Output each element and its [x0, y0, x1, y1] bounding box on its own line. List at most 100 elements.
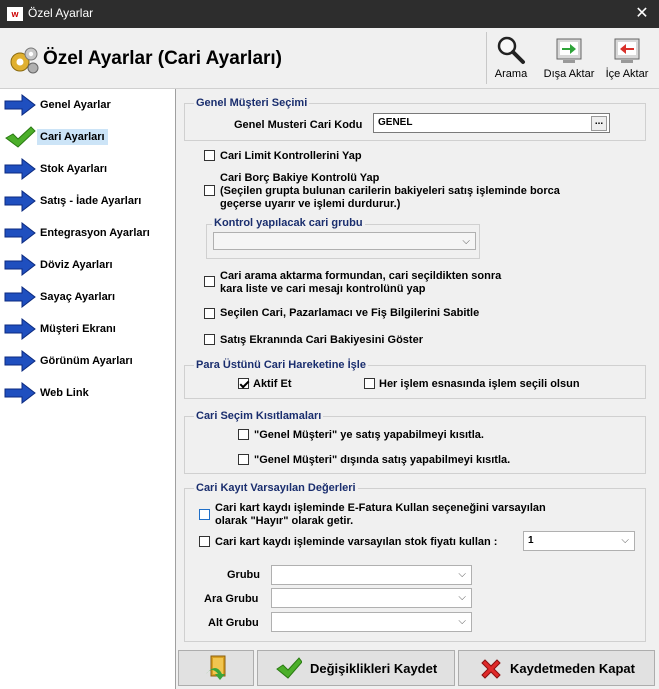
default-price-checkbox[interactable]	[199, 536, 210, 547]
close-without-saving-label: Kaydetmeden Kapat	[510, 661, 635, 676]
group-title: Cari Seçim Kısıtlamaları	[194, 410, 324, 422]
group-label: Grubu	[227, 569, 260, 581]
sidebar-item-cari[interactable]: Cari Ayarları	[0, 121, 175, 153]
arrow-right-icon	[4, 382, 36, 404]
arrow-right-icon	[4, 190, 36, 212]
efatura-label-1: Cari kart kaydı işleminde E-Fatura Kulla…	[215, 502, 546, 514]
sidebar-item-stock[interactable]: Stok Ayarları	[0, 153, 175, 185]
sidebar-item-general[interactable]: Genel Ayarlar	[0, 89, 175, 121]
group-title: Para Üstünü Cari Hareketine İşle	[194, 359, 368, 371]
sidebar-item-currency[interactable]: Döviz Ayarları	[0, 249, 175, 281]
sidebar: Genel Ayarlar Cari Ayarları Stok Ayarlar…	[0, 89, 176, 689]
sub-group-label: Ara Grubu	[204, 593, 259, 605]
sidebar-item-label: Cari Ayarları	[37, 129, 108, 145]
magnifier-icon	[497, 36, 525, 64]
efatura-label-2: olarak "Hayır" olarak getir.	[215, 515, 354, 527]
sidebar-item-counter[interactable]: Sayaç Ayarları	[0, 281, 175, 313]
default-price-select[interactable]: 1 ⌵	[523, 531, 635, 551]
sidebar-item-label: Entegrasyon Ayarları	[40, 227, 150, 239]
limit-control-checkbox[interactable]	[204, 150, 215, 161]
restrict-sale-checkbox[interactable]	[238, 429, 249, 440]
header: Özel Ayarlar (Cari Ayarları) Arama Dışa …	[0, 28, 659, 89]
default-price-value: 1	[528, 535, 534, 546]
export-button[interactable]: Dışa Aktar	[540, 28, 598, 84]
title-bar: w Özel Ayarlar ✕	[0, 0, 659, 28]
sidebar-item-web-link[interactable]: Web Link	[0, 377, 175, 409]
close-without-saving-button[interactable]: Kaydetmeden Kapat	[458, 650, 655, 686]
default-price-label: Cari kart kaydı işleminde varsayılan sto…	[215, 536, 498, 548]
import-button-label: İçe Aktar	[605, 68, 649, 80]
settings-panel: Genel Müşteri Seçimi Genel Musteri Cari …	[177, 89, 659, 689]
export-icon	[556, 38, 582, 63]
sidebar-item-sales-return[interactable]: Satış - İade Ayarları	[0, 185, 175, 217]
arrow-right-icon	[4, 94, 36, 116]
debt-control-label-3: geçerse uyarır ve işlemi durdurur.)	[220, 198, 401, 210]
debt-control-label-1: Cari Borç Bakiye Kontrolü Yap	[220, 172, 380, 184]
restrict-outside-label: "Genel Müşteri" dışında satış yapabilmey…	[254, 454, 511, 466]
sidebar-item-label: Görünüm Ayarları	[40, 355, 133, 367]
settings-gears-icon	[10, 47, 39, 74]
arrow-right-icon	[4, 318, 36, 340]
app-icon: w	[7, 7, 23, 21]
arrow-right-icon	[4, 286, 36, 308]
bottom-group-select[interactable]: ⌵	[271, 612, 472, 632]
save-button[interactable]: Değişiklikleri Kaydet	[257, 650, 455, 686]
sidebar-item-integration[interactable]: Entegrasyon Ayarları	[0, 217, 175, 249]
checkmark-icon	[5, 126, 36, 148]
arrow-right-icon	[4, 222, 36, 244]
show-balance-checkbox[interactable]	[204, 334, 215, 345]
every-transaction-checkbox[interactable]	[364, 378, 375, 389]
sidebar-item-label: Web Link	[40, 387, 89, 399]
general-customer-code-label: Genel Musteri Cari Kodu	[234, 119, 363, 131]
search-button-label: Arama	[494, 68, 528, 80]
arrow-right-icon	[4, 158, 36, 180]
exit-door-icon	[206, 655, 226, 680]
efatura-checkbox[interactable]	[199, 509, 210, 520]
debt-control-checkbox[interactable]	[204, 185, 215, 196]
red-x-icon	[481, 659, 501, 679]
search-transfer-label-2: kara liste ve cari mesajı kontrolünü yap	[220, 283, 426, 295]
chevron-down-icon: ⌵	[458, 592, 466, 603]
search-button[interactable]: Arama	[489, 28, 533, 84]
save-button-label: Değişiklikleri Kaydet	[310, 661, 438, 676]
page-title: Özel Ayarlar (Cari Ayarları)	[43, 48, 283, 69]
active-label: Aktif Et	[253, 378, 292, 390]
window-title: Özel Ayarlar	[28, 6, 94, 20]
browse-button[interactable]: ...	[591, 116, 607, 131]
search-transfer-label-1: Cari arama aktarma formundan, cari seçil…	[220, 270, 502, 282]
exit-button[interactable]	[178, 650, 254, 686]
sidebar-item-label: Satış - İade Ayarları	[40, 195, 142, 207]
checkmark-icon	[276, 657, 302, 679]
active-checkbox[interactable]	[238, 378, 249, 389]
group-title: Genel Müşteri Seçimi	[194, 97, 310, 109]
debt-control-label-2: (Seçilen grupta bulunan carilerin bakiye…	[220, 185, 560, 197]
search-transfer-checkbox[interactable]	[204, 276, 215, 287]
group-select[interactable]: ⌵	[271, 565, 472, 585]
close-button[interactable]: ✕	[631, 3, 653, 25]
arrow-right-icon	[4, 350, 36, 372]
every-transaction-label: Her işlem esnasında işlem seçili olsun	[379, 378, 580, 390]
chevron-down-icon: ⌵	[458, 616, 466, 627]
sidebar-item-label: Genel Ayarlar	[40, 99, 111, 111]
sidebar-item-label: Döviz Ayarları	[40, 259, 113, 271]
control-group-select[interactable]: ⌵	[213, 232, 476, 250]
import-button[interactable]: İçe Aktar	[601, 28, 653, 84]
fix-selected-label: Seçilen Cari, Pazarlamacı ve Fiş Bilgile…	[220, 307, 480, 319]
chevron-down-icon: ⌵	[621, 535, 629, 546]
general-customer-code-input[interactable]: GENEL ...	[373, 113, 610, 133]
fix-selected-checkbox[interactable]	[204, 308, 215, 319]
show-balance-label: Satış Ekranında Cari Bakiyesini Göster	[220, 334, 423, 346]
sub-group-select[interactable]: ⌵	[271, 588, 472, 608]
import-icon	[614, 38, 640, 63]
chevron-down-icon: ⌵	[458, 569, 466, 580]
sidebar-item-label: Stok Ayarları	[40, 163, 108, 175]
chevron-down-icon: ⌵	[462, 236, 470, 247]
restrict-outside-checkbox[interactable]	[238, 454, 249, 465]
general-customer-code-value: GENEL	[378, 117, 413, 128]
export-button-label: Dışa Aktar	[543, 68, 595, 80]
sidebar-item-label: Müşteri Ekranı	[40, 323, 116, 335]
bottom-group-label: Alt Grubu	[208, 617, 259, 629]
restrict-sale-label: "Genel Müşteri" ye satış yapabilmeyi kıs…	[254, 429, 484, 441]
sidebar-item-customer-screen[interactable]: Müşteri Ekranı	[0, 313, 175, 345]
sidebar-item-appearance[interactable]: Görünüm Ayarları	[0, 345, 175, 377]
